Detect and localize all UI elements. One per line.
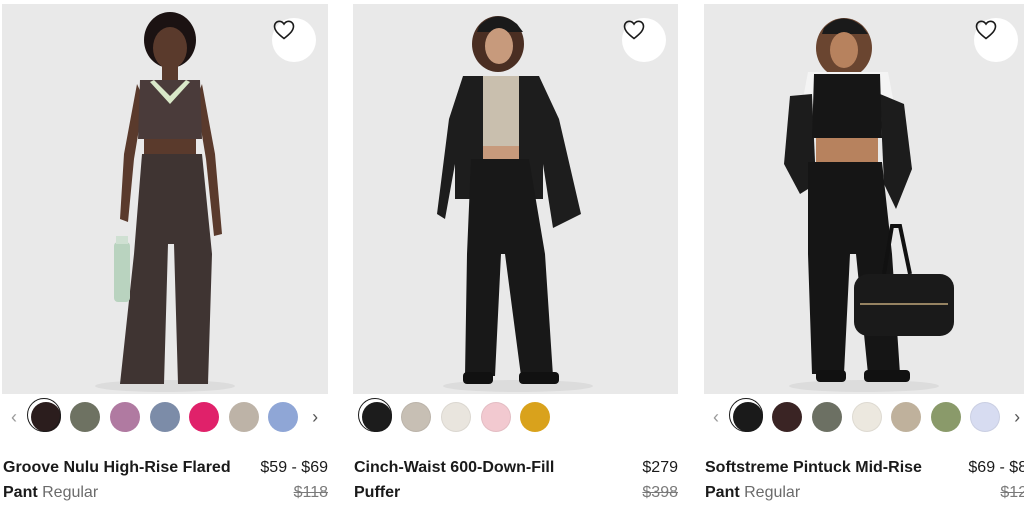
- color-swatch[interactable]: [401, 402, 432, 432]
- sale-price: $69 - $89: [968, 459, 1024, 476]
- product-name: Cinch-Waist 600-Down-Fill Puffer: [354, 459, 555, 501]
- product-name-link[interactable]: Softstreme Pintuck Mid-Rise Pant Regular: [705, 455, 945, 505]
- product-image[interactable]: [704, 4, 1024, 394]
- model-photo: [2, 4, 328, 394]
- product-card[interactable]: ‹ › Softstreme Pintuck Mid-Rise Pant Reg…: [704, 0, 1024, 514]
- model-photo: [353, 4, 678, 394]
- color-swatch[interactable]: [189, 402, 220, 432]
- color-swatch[interactable]: [851, 402, 882, 432]
- sale-price: $59 - $69: [260, 459, 328, 476]
- color-swatch[interactable]: [26, 398, 61, 432]
- color-swatch[interactable]: [930, 402, 961, 432]
- color-swatch-carousel: [353, 397, 678, 437]
- product-info: Groove Nulu High-Rise Flared Pant Regula…: [3, 455, 328, 505]
- color-swatch[interactable]: [480, 402, 511, 432]
- chevron-right-icon[interactable]: ›: [303, 401, 327, 433]
- product-variant: Regular: [42, 484, 99, 501]
- chevron-left-icon[interactable]: ‹: [2, 401, 26, 433]
- chevron-left-icon[interactable]: ‹: [704, 401, 728, 433]
- original-price: $118: [293, 484, 328, 501]
- wishlist-button[interactable]: [974, 18, 1018, 62]
- product-info: Cinch-Waist 600-Down-Fill Puffer $279 $3…: [354, 455, 678, 505]
- wishlist-button[interactable]: [272, 18, 316, 62]
- price-block: $59 - $69 $118: [260, 455, 328, 505]
- product-variant: Regular: [744, 484, 801, 501]
- color-swatch[interactable]: [268, 402, 299, 432]
- product-image[interactable]: [353, 4, 678, 394]
- sale-price: $279: [642, 459, 678, 476]
- product-image[interactable]: [2, 4, 328, 394]
- product-card[interactable]: ‹ › Groove Nulu High-Rise Flared Pant Re…: [2, 0, 328, 514]
- color-swatch[interactable]: [70, 402, 101, 432]
- chevron-right-icon[interactable]: ›: [1005, 401, 1024, 433]
- original-price: $128: [1000, 484, 1024, 501]
- color-swatch[interactable]: [520, 402, 551, 432]
- heart-outline-icon: [273, 20, 295, 40]
- wishlist-button[interactable]: [622, 18, 666, 62]
- product-name: Groove Nulu High-Rise Flared Pant: [3, 459, 231, 501]
- product-card[interactable]: Cinch-Waist 600-Down-Fill Puffer $279 $3…: [353, 0, 678, 514]
- product-info: Softstreme Pintuck Mid-Rise Pant Regular…: [705, 455, 1024, 505]
- heart-outline-icon: [623, 20, 645, 40]
- color-swatch-carousel: ‹ ›: [2, 397, 328, 437]
- color-swatch[interactable]: [970, 402, 1001, 432]
- heart-outline-icon: [975, 20, 997, 40]
- model-photo: [704, 4, 1024, 394]
- color-swatch[interactable]: [772, 402, 803, 432]
- original-price: $398: [642, 484, 678, 501]
- color-swatch[interactable]: [891, 402, 922, 432]
- product-name: Softstreme Pintuck Mid-Rise Pant: [705, 459, 922, 501]
- color-swatch[interactable]: [811, 402, 842, 432]
- price-block: $69 - $89 $128: [968, 455, 1024, 505]
- color-swatch[interactable]: [149, 402, 180, 432]
- color-swatch[interactable]: [357, 398, 392, 432]
- color-swatch-carousel: ‹ ›: [704, 397, 1024, 437]
- product-name-link[interactable]: Groove Nulu High-Rise Flared Pant Regula…: [3, 455, 243, 505]
- product-name-link[interactable]: Cinch-Waist 600-Down-Fill Puffer: [354, 455, 574, 505]
- color-swatch[interactable]: [228, 402, 259, 432]
- color-swatch[interactable]: [109, 402, 140, 432]
- price-block: $279 $398: [642, 455, 678, 505]
- color-swatch[interactable]: [440, 402, 471, 432]
- color-swatch[interactable]: [728, 398, 763, 432]
